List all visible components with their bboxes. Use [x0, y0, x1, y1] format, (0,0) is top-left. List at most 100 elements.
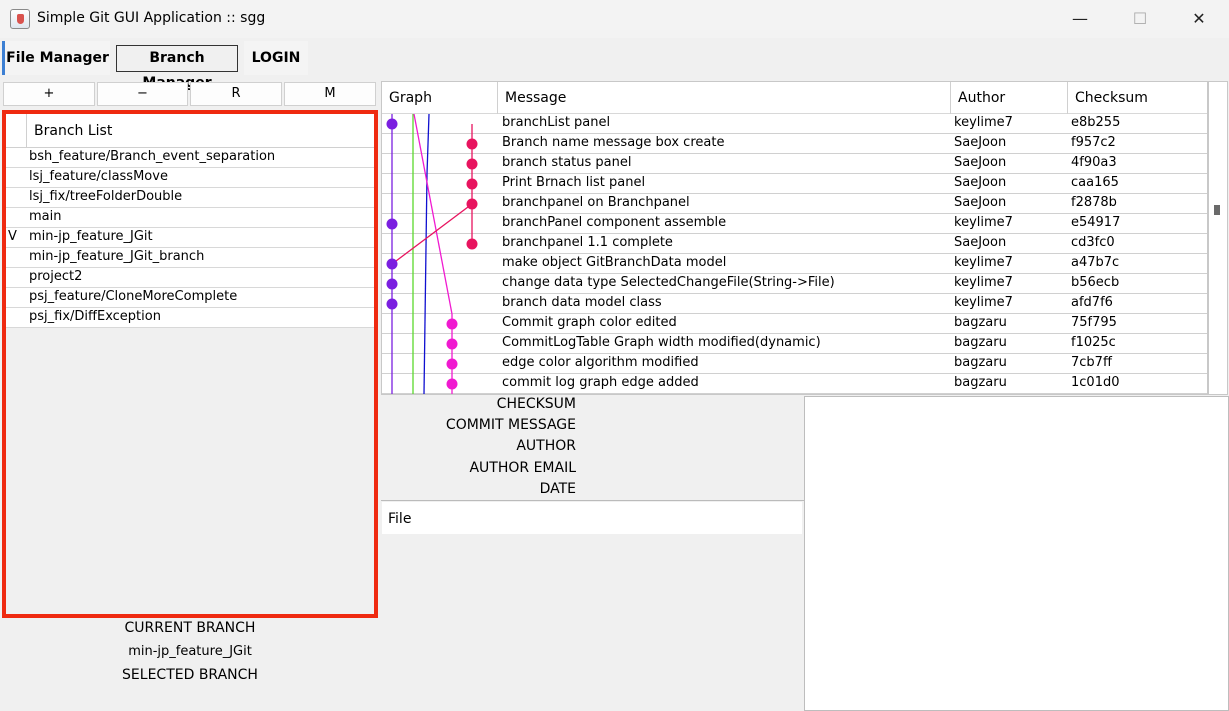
commit-author: bagzaru — [954, 355, 1007, 370]
commit-checksum: cd3fc0 — [1071, 235, 1115, 250]
commit-checksum: f1025c — [1071, 335, 1116, 350]
branch-name: project2 — [29, 269, 83, 284]
commit-author: SaeJoon — [954, 175, 1007, 190]
commit-node[interactable] — [466, 238, 478, 250]
commit-rows: branchList panel keylime7 e8b255 Branch nam… — [382, 114, 1207, 394]
commit-node[interactable] — [386, 298, 398, 310]
tab-login[interactable]: LOGIN — [244, 41, 308, 75]
commit-log-table: Graph Message Author Checksum branchList… — [381, 81, 1208, 395]
date-label: DATE — [539, 481, 576, 497]
commit-row[interactable]: Branch name message box create SaeJoon f95… — [382, 134, 1207, 154]
commit-checksum: a47b7c — [1071, 255, 1120, 270]
rename-branch-button[interactable]: R — [190, 82, 282, 106]
commit-table-header: Graph Message Author Checksum — [382, 82, 1207, 114]
commit-node[interactable] — [446, 318, 458, 330]
commit-details-panel — [381, 396, 804, 500]
column-checksum[interactable]: Checksum — [1068, 82, 1207, 114]
minimize-button[interactable]: — — [1050, 0, 1110, 38]
branch-name: psj_feature/CloneMoreComplete — [29, 289, 238, 304]
commit-row[interactable]: Print Brnach list panel SaeJoon caa165 — [382, 174, 1207, 194]
branch-list-title: Branch List — [34, 123, 113, 139]
commit-node[interactable] — [446, 378, 458, 390]
commit-node[interactable] — [386, 258, 398, 270]
branch-name: bsh_feature/Branch_event_separation — [29, 149, 276, 164]
commit-row[interactable]: Commit graph color edited bagzaru 75f795 — [382, 314, 1207, 334]
commit-row[interactable]: CommitLogTable Graph width modified(dyna… — [382, 334, 1207, 354]
commit-message: CommitLogTable Graph width modified(dyna… — [502, 335, 821, 350]
remove-branch-button[interactable]: − — [97, 82, 188, 106]
commit-author: SaeJoon — [954, 135, 1007, 150]
commit-checksum: 75f795 — [1071, 315, 1117, 330]
commit-table-scrollbar[interactable] — [1208, 81, 1228, 395]
branch-row[interactable]: Vmin-jp_feature_JGit — [6, 228, 374, 248]
branch-list: bsh_feature/Branch_event_separation lsj_… — [6, 148, 374, 328]
commit-message: branchpanel on Branchpanel — [502, 195, 690, 210]
commit-checksum: 4f90a3 — [1071, 155, 1117, 170]
graph-edge — [391, 203, 473, 265]
tab-branch-manager[interactable]: Branch Manager — [116, 45, 238, 91]
commit-row[interactable]: branchPanel component assemble keylime7 e5… — [382, 214, 1207, 234]
branch-row[interactable]: min-jp_feature_JGit_branch — [6, 248, 374, 268]
branch-row[interactable]: psj_fix/DiffException — [6, 308, 374, 328]
commit-message: branch data model class — [502, 295, 662, 310]
current-branch-label: CURRENT BRANCH — [124, 620, 256, 636]
commit-node[interactable] — [446, 358, 458, 370]
commit-node[interactable] — [386, 118, 398, 130]
column-message[interactable]: Message — [498, 82, 951, 114]
commit-checksum: b56ecb — [1071, 275, 1120, 290]
branch-name: lsj_fix/treeFolderDouble — [29, 189, 183, 204]
commit-row[interactable]: change data type SelectedChangeFile(Stri… — [382, 274, 1207, 294]
commit-node[interactable] — [466, 198, 478, 210]
commit-author: bagzaru — [954, 375, 1007, 390]
branch-row[interactable]: main — [6, 208, 374, 228]
commit-message: Branch name message box create — [502, 135, 725, 150]
commit-row[interactable]: branchpanel 1.1 complete SaeJoon cd3fc0 — [382, 234, 1207, 254]
commit-checksum: e8b255 — [1071, 115, 1121, 130]
column-graph[interactable]: Graph — [382, 82, 498, 114]
commit-checksum: f957c2 — [1071, 135, 1116, 150]
column-author[interactable]: Author — [951, 82, 1068, 114]
commit-row[interactable]: branch status panel SaeJoon 4f90a3 — [382, 154, 1207, 174]
commit-author: keylime7 — [954, 115, 1013, 130]
scrollbar-thumb[interactable] — [1214, 205, 1220, 215]
commit-row[interactable]: commit log graph edge added bagzaru 1c01d0 — [382, 374, 1207, 394]
commit-author: SaeJoon — [954, 155, 1007, 170]
commit-node[interactable] — [446, 338, 458, 350]
commit-message: make object GitBranchData model — [502, 255, 727, 270]
branch-row[interactable]: project2 — [6, 268, 374, 288]
commit-message: branchpanel 1.1 complete — [502, 235, 673, 250]
tab-file-manager[interactable]: File Manager — [2, 41, 110, 75]
commit-node[interactable] — [466, 178, 478, 190]
branch-name: psj_fix/DiffException — [29, 309, 161, 324]
close-button[interactable]: ✕ — [1169, 0, 1229, 38]
branch-row[interactable]: psj_feature/CloneMoreComplete — [6, 288, 374, 308]
commit-graph — [386, 114, 478, 394]
branch-list-panel: Branch List bsh_feature/Branch_event_sep… — [2, 110, 378, 618]
commit-row[interactable]: make object GitBranchData model keylime7 a… — [382, 254, 1207, 274]
graph-edge — [413, 114, 453, 315]
commit-message-label: COMMIT MESSAGE — [445, 417, 576, 433]
commit-node[interactable] — [466, 158, 478, 170]
commit-message: branchList panel — [502, 115, 611, 130]
add-branch-button[interactable]: + — [3, 82, 95, 106]
commit-node[interactable] — [386, 218, 398, 230]
diff-view-pane[interactable] — [804, 396, 1229, 711]
commit-row[interactable]: edge color algorithm modified bagzaru 7cb7… — [382, 354, 1207, 374]
commit-row[interactable]: branchpanel on Branchpanel SaeJoon f2878b — [382, 194, 1207, 214]
graph-edge — [423, 173, 428, 394]
commit-checksum: 1c01d0 — [1071, 375, 1120, 390]
branch-row[interactable]: lsj_feature/classMove — [6, 168, 374, 188]
commit-message: Print Brnach list panel — [502, 175, 646, 190]
commit-node[interactable] — [466, 138, 478, 150]
branch-row[interactable]: bsh_feature/Branch_event_separation — [6, 148, 374, 168]
commit-node[interactable] — [386, 278, 398, 290]
branch-row[interactable]: lsj_fix/treeFolderDouble — [6, 188, 374, 208]
commit-checksum: 7cb7ff — [1071, 355, 1112, 370]
checksum-label: CHECKSUM — [496, 396, 576, 412]
author-email-label: AUTHOR EMAIL — [469, 460, 576, 476]
maximize-button[interactable]: ☐ — [1110, 0, 1170, 38]
merge-branch-button[interactable]: M — [284, 82, 376, 106]
commit-row[interactable]: branch data model class keylime7 afd7f6 — [382, 294, 1207, 314]
current-branch-mark: V — [8, 229, 17, 244]
commit-row[interactable]: branchList panel keylime7 e8b255 — [382, 114, 1207, 134]
